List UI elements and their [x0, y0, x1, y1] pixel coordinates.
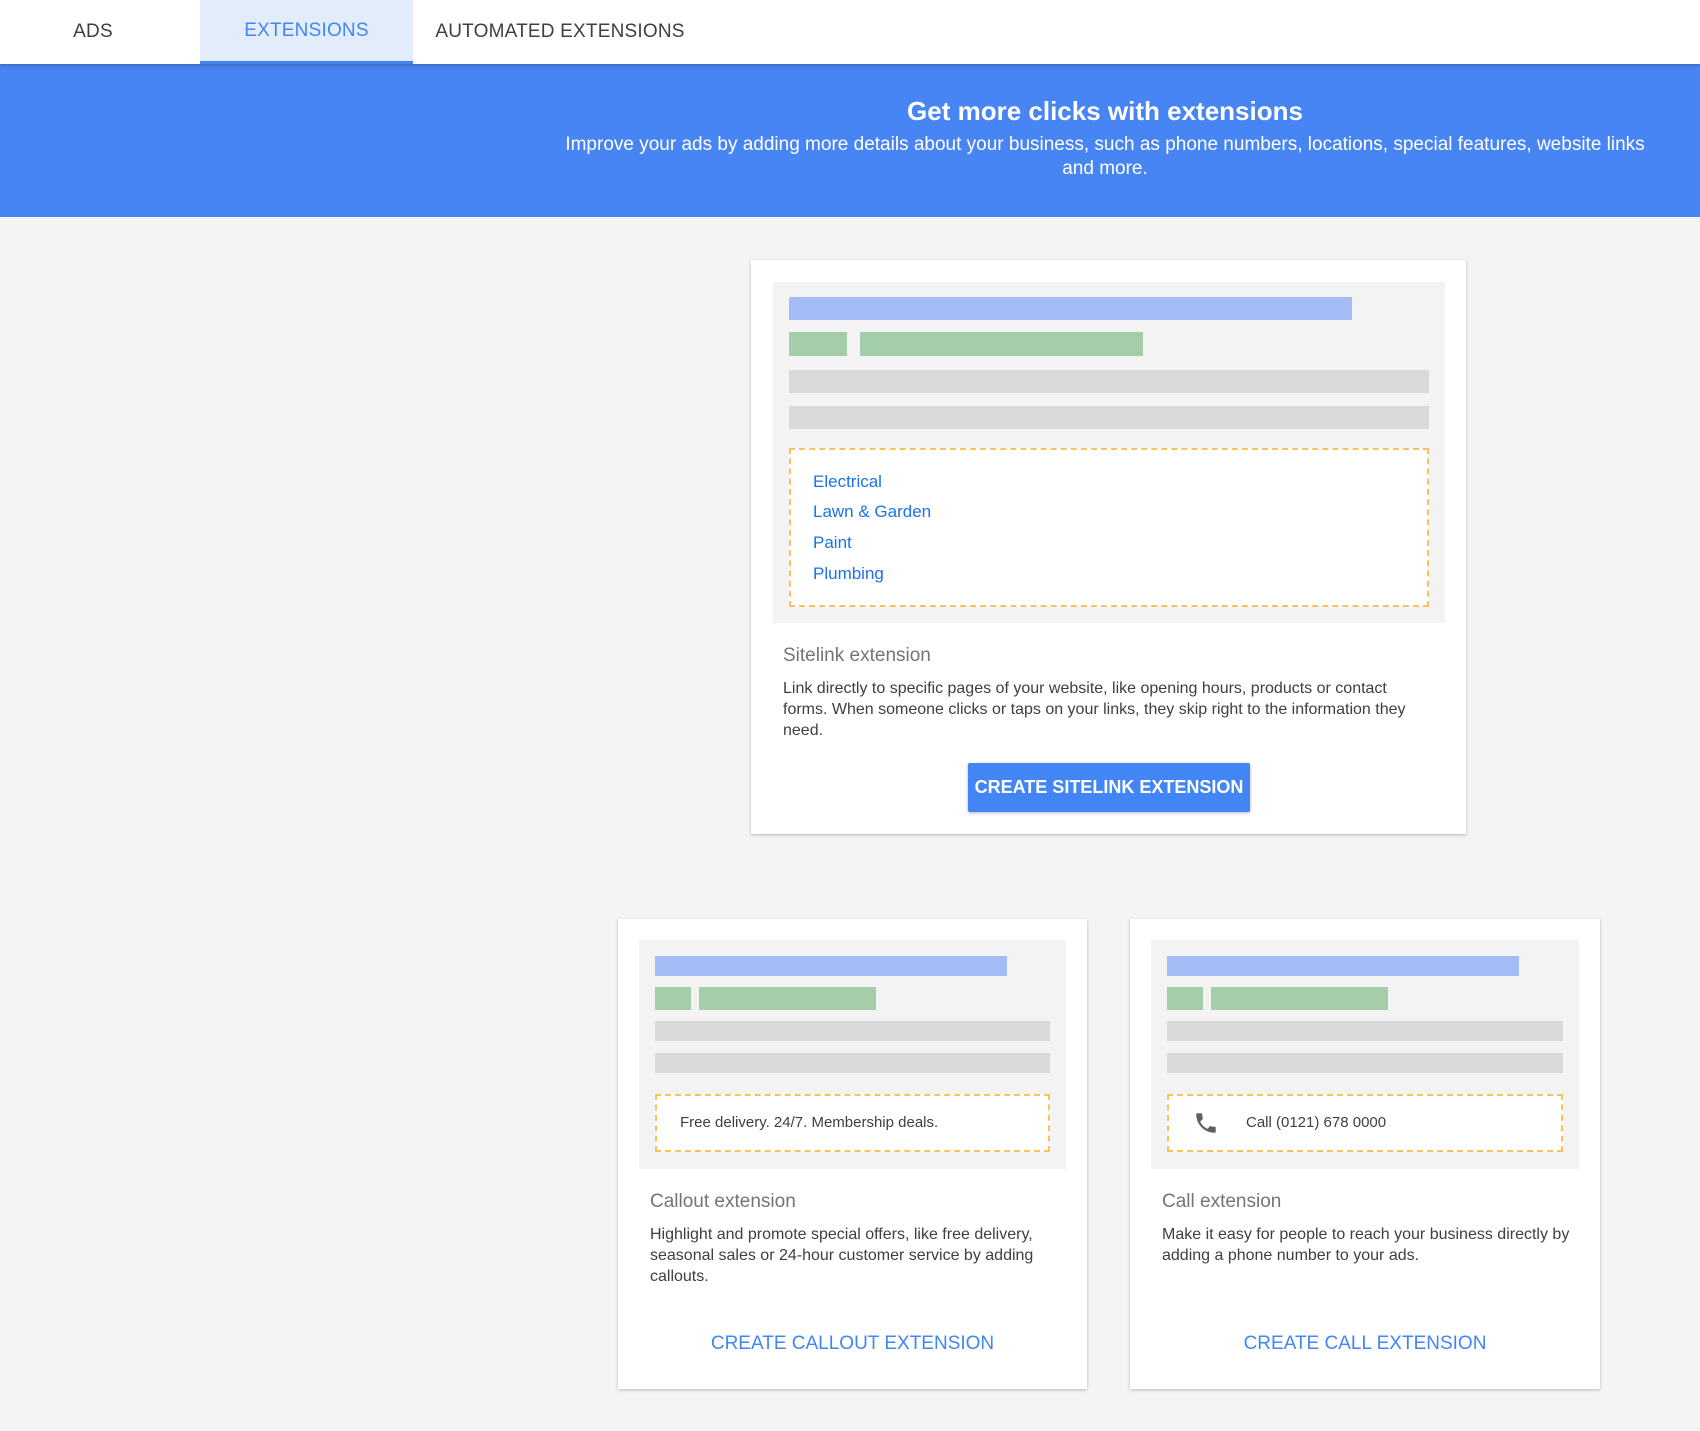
- sitelink-lawn-garden[interactable]: Lawn & Garden: [813, 502, 931, 522]
- phone-icon: [1193, 1110, 1219, 1136]
- preview-text-bar: [655, 1053, 1050, 1073]
- preview-url-bar: [1211, 987, 1388, 1010]
- create-sitelink-extension-button[interactable]: CREATE SITELINK EXTENSION: [968, 763, 1250, 812]
- preview-ad-label-bar: [655, 987, 691, 1010]
- callout-card-description: Highlight and promote special offers, li…: [650, 1226, 1034, 1285]
- call-extension-card: Call (0121) 678 0000 Call extension Make…: [1130, 919, 1600, 1389]
- hero-title: Get more clicks with extensions: [907, 96, 1303, 126]
- create-call-extension-button[interactable]: CREATE CALL EXTENSION: [1130, 1324, 1600, 1364]
- sitelink-preview-box: Electrical Lawn & Garden Paint Plumbing: [789, 448, 1429, 607]
- preview-text-bar: [655, 1021, 1050, 1041]
- preview-headline-bar: [789, 297, 1352, 320]
- sitelink-extension-card: Electrical Lawn & Garden Paint Plumbing …: [751, 260, 1466, 834]
- sitelink-card-title: Sitelink extension: [783, 645, 931, 666]
- call-card-description: Make it easy for people to reach your bu…: [1162, 1226, 1570, 1264]
- sitelink-paint[interactable]: Paint: [813, 533, 852, 553]
- call-preview-box: Call (0121) 678 0000: [1167, 1094, 1563, 1152]
- hero-subtitle: Improve your ads by adding more details …: [565, 134, 1645, 179]
- preview-url-bar: [699, 987, 876, 1010]
- callout-card-title: Callout extension: [650, 1191, 796, 1212]
- preview-text-bar: [789, 406, 1429, 429]
- ad-preview: Call (0121) 678 0000: [1151, 940, 1579, 1169]
- create-callout-extension-button[interactable]: CREATE CALLOUT EXTENSION: [618, 1324, 1087, 1364]
- preview-headline-bar: [1167, 956, 1519, 976]
- preview-url-bar: [860, 332, 1143, 356]
- tab-ads[interactable]: ADS: [0, 0, 186, 64]
- sitelink-electrical[interactable]: Electrical: [813, 472, 882, 492]
- preview-headline-bar: [655, 956, 1007, 976]
- tab-bar: ADS EXTENSIONS AUTOMATED EXTENSIONS: [0, 0, 1700, 64]
- preview-text-bar: [1167, 1021, 1563, 1041]
- call-card-title: Call extension: [1162, 1191, 1282, 1212]
- preview-ad-label-bar: [1167, 987, 1203, 1010]
- callout-preview-text: Free delivery. 24/7. Membership deals.: [680, 1114, 939, 1131]
- hero-banner: Get more clicks with extensions Improve …: [0, 64, 1700, 217]
- sitelink-card-description: Link directly to specific pages of your …: [783, 680, 1406, 739]
- tab-extensions[interactable]: EXTENSIONS: [200, 0, 413, 64]
- preview-ad-label-bar: [789, 332, 847, 356]
- ad-preview: Electrical Lawn & Garden Paint Plumbing: [773, 282, 1445, 623]
- callout-preview-box: Free delivery. 24/7. Membership deals.: [655, 1094, 1050, 1152]
- preview-text-bar: [1167, 1053, 1563, 1073]
- tab-automated-extensions[interactable]: AUTOMATED EXTENSIONS: [420, 0, 700, 64]
- ad-preview: Free delivery. 24/7. Membership deals.: [639, 940, 1066, 1169]
- call-preview-text: Call (0121) 678 0000: [1246, 1114, 1387, 1131]
- sitelink-plumbing[interactable]: Plumbing: [813, 564, 884, 584]
- callout-extension-card: Free delivery. 24/7. Membership deals. C…: [618, 919, 1087, 1389]
- preview-text-bar: [789, 370, 1429, 393]
